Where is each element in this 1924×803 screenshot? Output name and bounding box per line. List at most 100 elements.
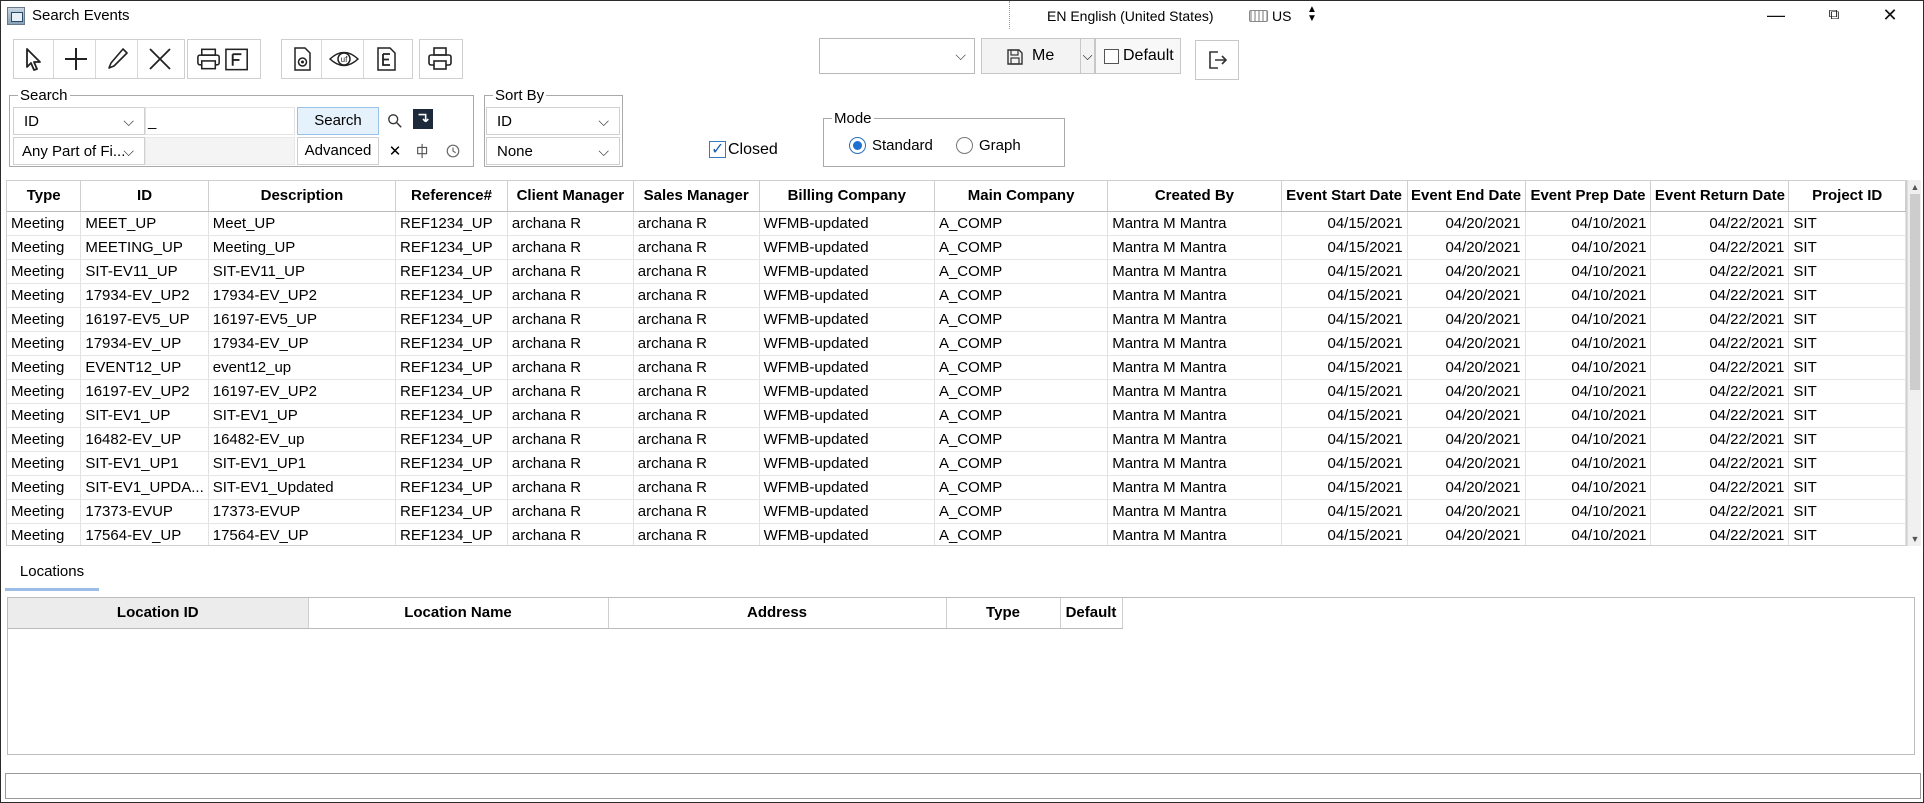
table-cell: 04/15/2021 — [1281, 331, 1408, 356]
pin-button[interactable] — [413, 141, 433, 161]
default-checkbox-container[interactable]: Default — [1095, 38, 1181, 74]
table-row[interactable]: Meeting 16197-EV5_UP 16197-EV5_UP REF1234_U… — [7, 307, 1906, 332]
table-cell: 04/10/2021 — [1525, 235, 1652, 260]
scroll-down-icon[interactable]: ▼ — [1908, 532, 1922, 546]
table-cell: SIT — [1788, 211, 1906, 236]
column-header-default[interactable]: Default — [1060, 598, 1123, 629]
column-header-id[interactable]: ID — [80, 181, 209, 212]
print-form-button[interactable] — [188, 40, 260, 78]
save-me-button[interactable]: Me — [981, 38, 1081, 74]
column-header-type[interactable]: Type — [7, 181, 82, 212]
column-header-location-id[interactable]: Location ID — [8, 598, 309, 629]
locations-grid[interactable]: Location ID Location Name Address Type D… — [7, 597, 1915, 755]
closed-label[interactable]: Closed — [728, 141, 778, 159]
edit-button[interactable] — [98, 40, 138, 78]
scroll-up-icon[interactable]: ▲ — [1908, 180, 1922, 194]
keyboard-switch-arrows-icon[interactable]: ▲ ▼ — [1307, 5, 1317, 24]
column-header-event-start-date[interactable]: Event Start Date — [1281, 181, 1408, 212]
table-row[interactable]: Meeting MEETING_UP Meeting_UP REF1234_UP arc… — [7, 235, 1906, 260]
table-row[interactable]: Meeting SIT-EV1_UP SIT-EV1_UP REF1234_UP arc… — [7, 403, 1906, 428]
search-input[interactable]: _ — [145, 107, 295, 135]
table-row[interactable]: Meeting EVENT12_UP event12_up REF1234_UP arc… — [7, 355, 1906, 380]
user-fields-view-button[interactable]: uf — [324, 40, 364, 78]
mode-standard-radio[interactable] — [849, 137, 866, 154]
keyboard-layout[interactable]: US — [1272, 8, 1291, 24]
table-cell: SIT — [1788, 259, 1906, 284]
column-header-reference[interactable]: Reference# — [395, 181, 508, 212]
closed-checkbox[interactable] — [709, 139, 726, 159]
edit-toolbar — [13, 39, 185, 79]
mode-group-label: Mode — [834, 110, 872, 127]
table-row[interactable]: Meeting SIT-EV1_UPDA... SIT-EV1_Updated REF… — [7, 475, 1906, 500]
mode-graph-label[interactable]: Graph — [979, 137, 1021, 154]
column-header-project-id[interactable]: Project ID — [1788, 181, 1906, 212]
scroll-thumb[interactable] — [1910, 194, 1920, 390]
search-field-select[interactable]: ID ⌵ — [13, 107, 145, 135]
table-cell: Meeting — [7, 211, 82, 236]
table-cell: A_COMP — [934, 235, 1109, 260]
window-title: Search Events — [32, 7, 130, 24]
table-row[interactable]: Meeting 17373-EVUP 17373-EVUP REF1234_UP arc… — [7, 499, 1906, 524]
table-cell: A_COMP — [934, 523, 1109, 545]
history-button[interactable] — [443, 141, 463, 161]
column-header-client-manager[interactable]: Client Manager — [507, 181, 634, 212]
app-icon — [7, 7, 25, 25]
add-button[interactable] — [56, 40, 96, 78]
clear-search-button[interactable]: ✕ — [385, 141, 405, 161]
column-header-description[interactable]: Description — [208, 181, 397, 212]
sort-primary-select[interactable]: ID ⌵ — [486, 107, 620, 135]
table-cell: 04/10/2021 — [1525, 451, 1652, 476]
table-row[interactable]: Meeting 16482-EV_UP 16482-EV_up REF1234_UP a… — [7, 427, 1906, 452]
restore-button[interactable]: ⧉ — [1811, 3, 1857, 29]
column-header-sales-manager[interactable]: Sales Manager — [633, 181, 760, 212]
select-button[interactable] — [14, 40, 54, 78]
language-indicator[interactable]: EN English (United States) — [1047, 8, 1214, 24]
table-cell: WFMB-updated — [759, 499, 935, 524]
column-header-created-by[interactable]: Created By — [1107, 181, 1282, 212]
column-header-billing-company[interactable]: Billing Company — [759, 181, 935, 212]
secondary-search-input[interactable] — [145, 137, 295, 165]
sort-secondary-value: None — [497, 143, 533, 160]
default-checkbox[interactable] — [1104, 49, 1119, 64]
close-button[interactable]: ✕ — [1867, 3, 1913, 29]
table-cell: archana R — [507, 451, 634, 476]
match-type-select[interactable]: Any Part of Fi... ⌵ — [13, 137, 145, 165]
locations-table: Location ID Location Name Address Type D… — [8, 598, 1123, 629]
table-row[interactable]: Meeting MEET_UP Meet_UP REF1234_UP archana R… — [7, 211, 1906, 236]
column-header-event-end-date[interactable]: Event End Date — [1407, 181, 1526, 212]
magnifier-button[interactable] — [385, 111, 405, 131]
events-grid[interactable]: Type ID Description Reference# Client Manage… — [6, 180, 1907, 546]
table-cell: WFMB-updated — [759, 451, 935, 476]
column-header-address[interactable]: Address — [608, 598, 947, 629]
column-header-type[interactable]: Type — [946, 598, 1061, 629]
table-cell: 04/20/2021 — [1407, 379, 1526, 404]
table-row[interactable]: Meeting 16197-EV_UP2 16197-EV_UP2 REF1234_U… — [7, 379, 1906, 404]
saved-filter-combo[interactable]: ⌵ — [819, 38, 975, 74]
refresh-button[interactable] — [413, 109, 433, 129]
mode-graph-radio[interactable] — [956, 137, 973, 154]
table-row[interactable]: Meeting 17934-EV_UP2 17934-EV_UP2 REF1234_U… — [7, 283, 1906, 308]
search-button[interactable]: Search — [297, 107, 379, 135]
minimize-button[interactable]: — — [1753, 3, 1799, 29]
exit-button[interactable] — [1195, 40, 1239, 80]
column-header-location-name[interactable]: Location Name — [308, 598, 609, 629]
table-cell: archana R — [507, 427, 634, 452]
print-button[interactable] — [420, 40, 460, 78]
export-button[interactable] — [366, 40, 406, 78]
table-row[interactable]: Meeting 17564-EV_UP 17564-EV_UP REF1234_UP a… — [7, 523, 1906, 545]
advanced-button[interactable]: Advanced — [297, 137, 379, 165]
user-dropdown-chevron-icon[interactable]: ⌵ — [1081, 38, 1095, 74]
mode-standard-label[interactable]: Standard — [872, 137, 933, 154]
table-row[interactable]: Meeting 17934-EV_UP 17934-EV_UP REF1234_UP a… — [7, 331, 1906, 356]
column-header-event-return-date[interactable]: Event Return Date — [1650, 181, 1790, 212]
sort-secondary-select[interactable]: None ⌵ — [486, 137, 620, 165]
delete-button[interactable] — [140, 40, 180, 78]
document-settings-button[interactable] — [282, 40, 322, 78]
events-vertical-scrollbar[interactable]: ▲ ▼ — [1907, 180, 1921, 546]
tab-locations[interactable]: Locations — [5, 561, 99, 591]
column-header-event-prep-date[interactable]: Event Prep Date — [1525, 181, 1652, 212]
table-row[interactable]: Meeting SIT-EV1_UP1 SIT-EV1_UP1 REF1234_UP a… — [7, 451, 1906, 476]
table-row[interactable]: Meeting SIT-EV11_UP SIT-EV11_UP REF1234_UP a… — [7, 259, 1906, 284]
column-header-main-company[interactable]: Main Company — [934, 181, 1109, 212]
table-cell: SIT — [1788, 307, 1906, 332]
